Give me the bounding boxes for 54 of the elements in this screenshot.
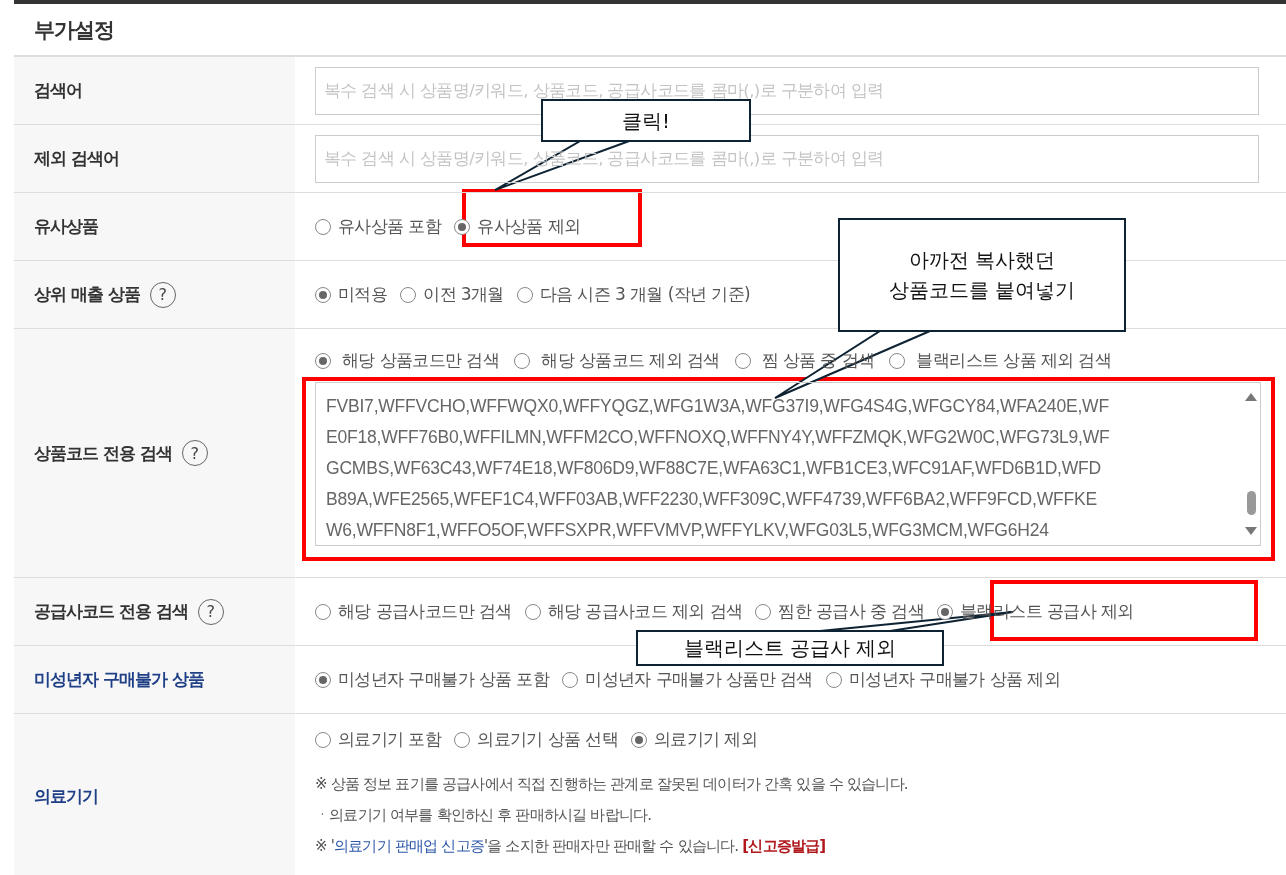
radio-label: 미성년자 구매불가 상품 제외 xyxy=(848,668,1061,691)
row-label: 공급사코드 전용 검색 xyxy=(34,600,188,623)
radio-label: 유사상품 제외 xyxy=(477,215,581,238)
row-label: 유사상품 xyxy=(34,215,98,238)
radio-button[interactable] xyxy=(315,603,331,620)
radio-button[interactable] xyxy=(889,352,906,369)
row-label: 상위 매출 상품 xyxy=(34,283,140,306)
radio-label: 블랙리스트 상품 제외 검색 xyxy=(916,349,1112,372)
issue-link[interactable]: [신고증발급] xyxy=(742,837,826,855)
row-label: 상품코드 전용 검색 xyxy=(34,441,172,465)
row-label: 의료기기 xyxy=(34,784,98,808)
row-label: 검색어 xyxy=(34,79,82,102)
radio-label: 이전 3개월 xyxy=(423,283,504,306)
radio-label: 다음 시즌 3 개월 (작년 기준) xyxy=(539,283,751,306)
radio-button[interactable] xyxy=(315,671,331,688)
radio-label: 유사상품 포함 xyxy=(338,215,442,238)
radio-label: 미성년자 구매불가 상품만 검색 xyxy=(585,668,813,691)
radio-button[interactable] xyxy=(524,603,541,620)
radio-button[interactable] xyxy=(514,352,531,369)
radio-button[interactable] xyxy=(825,671,842,688)
radio-button[interactable] xyxy=(562,671,579,688)
radio-button[interactable] xyxy=(734,352,751,369)
scroll-thumb[interactable] xyxy=(1246,491,1256,515)
radio-label: 해당 공급사코드 제외 검색 xyxy=(547,600,743,623)
radio-button[interactable] xyxy=(631,731,648,748)
radio-label: 미적용 xyxy=(338,283,388,306)
radio-button[interactable] xyxy=(315,218,331,235)
radio-label: 의료기기 상품 선택 xyxy=(477,728,619,751)
document-link[interactable]: 의료기기 판매업 신고증 xyxy=(334,837,484,855)
note-text: ※ 상품 정보 표기를 공급사에서 직접 진행하는 관계로 잘못된 데이터가 간혹 있을 수 있습니다. xyxy=(315,775,909,794)
radio-label: 의료기기 제외 xyxy=(654,728,758,751)
radio-label: 의료기기 포함 xyxy=(338,728,442,751)
radio-button[interactable] xyxy=(315,352,331,369)
radio-button[interactable] xyxy=(516,286,533,303)
radio-label: 미성년자 구매불가 상품 포함 xyxy=(338,668,550,691)
scroll-up-icon[interactable] xyxy=(1245,393,1257,401)
note-text: ※ '의료기기 판매업 신고증'을 소지한 판매자만 판매할 수 있습니다. [신고증발급] xyxy=(315,837,827,856)
radio-label: 해당 상품코드 제외 검색 xyxy=(541,349,720,372)
radio-label: 찜한 공급사 중 검색 xyxy=(778,600,925,623)
radio-button[interactable] xyxy=(755,603,772,620)
radio-button[interactable] xyxy=(454,218,471,235)
radio-button[interactable] xyxy=(400,286,417,303)
radio-button[interactable] xyxy=(454,731,471,748)
radio-label: 해당 공급사코드만 검색 xyxy=(338,600,512,623)
scroll-down-icon[interactable] xyxy=(1245,527,1257,535)
code-textarea[interactable]: FVBI7,WFFVCHO,WFFWQX0,WFFYQGZ,WFG1W3A,WFG37I9,WFG4S4G,WFGCY84,WFA240E,WF E0F18,WFF76B0,WFFILMN,WFFM2CO,WFFNOXQ,WFFNY4Y,WFFZMQK,WFG2W0C,WFG73L9,WF GCMBS,WF63C43,WF74E18,WF806D9,WF88C7E,WFA63C1,WFB1CE3,WFC91AF,WFD6B1D,WFD B89A,WFE2565,WFEF1C4,WFF03AB,WFF2230,WFF309C,WFF4739,WFF6BA2,WFF9FCD,WFFKE W6,WFFN8F1,WFFO5OF,WFFSXPR,WFFVMVP,WFFYLKV,WFG03L5,WFG3MCM,WFG6H24 xyxy=(315,382,1261,546)
radio-button[interactable] xyxy=(315,286,331,303)
radio-button[interactable] xyxy=(315,731,331,748)
radio-button[interactable] xyxy=(937,603,954,620)
callout-tooltip: 클릭! xyxy=(541,99,751,142)
note-text: ㆍ의료기기 여부를 확인하신 후 판매하시길 바랍니다. xyxy=(315,806,653,825)
radio-label: 해당 상품코드만 검색 xyxy=(342,349,500,372)
row-label: 제외 검색어 xyxy=(34,147,119,170)
row-label: 미성년자 구매불가 상품 xyxy=(34,668,204,691)
